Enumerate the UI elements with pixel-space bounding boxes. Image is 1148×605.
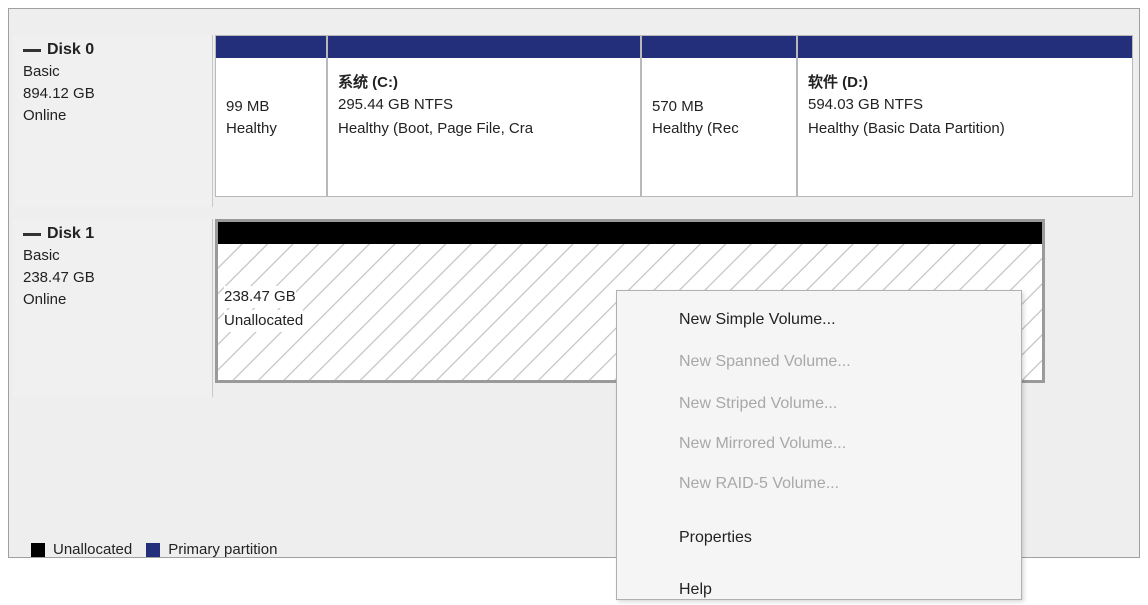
legend-primary-swatch: [146, 542, 161, 557]
unallocated-bar: [218, 222, 1042, 244]
partition-size: 295.44 GB NTFS: [338, 96, 454, 113]
context-menu: New Simple Volume... New Spanned Volume.…: [616, 290, 1022, 600]
primary-partition-bar: [328, 36, 640, 58]
partition-status: Healthy: [226, 120, 277, 137]
disk-type: Basic: [23, 247, 60, 264]
partition-recovery[interactable]: 570 MB Healthy (Rec: [641, 35, 797, 197]
partition-title: 软件 (D:): [808, 74, 868, 91]
legend-unallocated-swatch: [31, 542, 45, 557]
disk-size: 238.47 GB: [23, 269, 95, 286]
unallocated-status: Unallocated: [224, 310, 304, 332]
primary-partition-bar: [216, 36, 326, 58]
menu-item-new-mirrored-volume[interactable]: New Mirrored Volume...: [617, 429, 1021, 459]
primary-partition-bar: [642, 36, 796, 58]
partition-recovery-small[interactable]: 99 MB Healthy: [215, 35, 327, 197]
legend-primary-label: Primary partition: [168, 541, 278, 558]
partition-status: Healthy (Boot, Page File, Cra: [338, 120, 534, 137]
partition-size: 99 MB: [226, 98, 270, 115]
menu-item-new-raid5-volume[interactable]: New RAID-5 Volume...: [617, 469, 1021, 499]
legend-unallocated-label: Unallocated: [53, 541, 133, 558]
disk-0-partitions: 99 MB Healthy 系统 (C:) 295.44 GB NTFS Hea…: [215, 35, 1133, 197]
disk-size: 894.12 GB: [23, 85, 95, 102]
disk-1-label[interactable]: Disk 1 Basic 238.47 GB Online: [13, 219, 213, 397]
disk-name: Disk 0: [47, 41, 95, 58]
partition-size: 594.03 GB NTFS: [808, 96, 924, 113]
partition-d[interactable]: 软件 (D:) 594.03 GB NTFS Healthy (Basic Da…: [797, 35, 1133, 197]
menu-item-help[interactable]: Help: [617, 575, 1021, 605]
unallocated-size: 238.47 GB: [224, 286, 296, 308]
disk-0-label[interactable]: Disk 0 Basic 894.12 GB Online: [13, 35, 213, 207]
disk-icon: [23, 48, 41, 52]
partition-status: Healthy (Rec: [652, 120, 739, 137]
menu-item-new-striped-volume[interactable]: New Striped Volume...: [617, 389, 1021, 419]
menu-item-properties[interactable]: Properties: [617, 523, 1021, 553]
disk-icon: [23, 232, 41, 236]
legend: Unallocated Primary partition: [31, 541, 277, 558]
disk-status: Online: [23, 107, 67, 124]
partition-title: 系统 (C:): [338, 74, 398, 91]
primary-partition-bar: [798, 36, 1132, 58]
menu-item-new-spanned-volume[interactable]: New Spanned Volume...: [617, 347, 1021, 377]
disk-1-name-row: Disk 1: [23, 223, 202, 245]
disk-0-name-row: Disk 0: [23, 39, 202, 61]
menu-item-new-simple-volume[interactable]: New Simple Volume...: [617, 305, 1021, 335]
disk-status: Online: [23, 291, 67, 308]
partition-status: Healthy (Basic Data Partition): [808, 120, 1005, 137]
partition-c[interactable]: 系统 (C:) 295.44 GB NTFS Healthy (Boot, Pa…: [327, 35, 641, 197]
disk-name: Disk 1: [47, 225, 95, 242]
partition-size: 570 MB: [652, 98, 704, 115]
disk-type: Basic: [23, 63, 60, 80]
